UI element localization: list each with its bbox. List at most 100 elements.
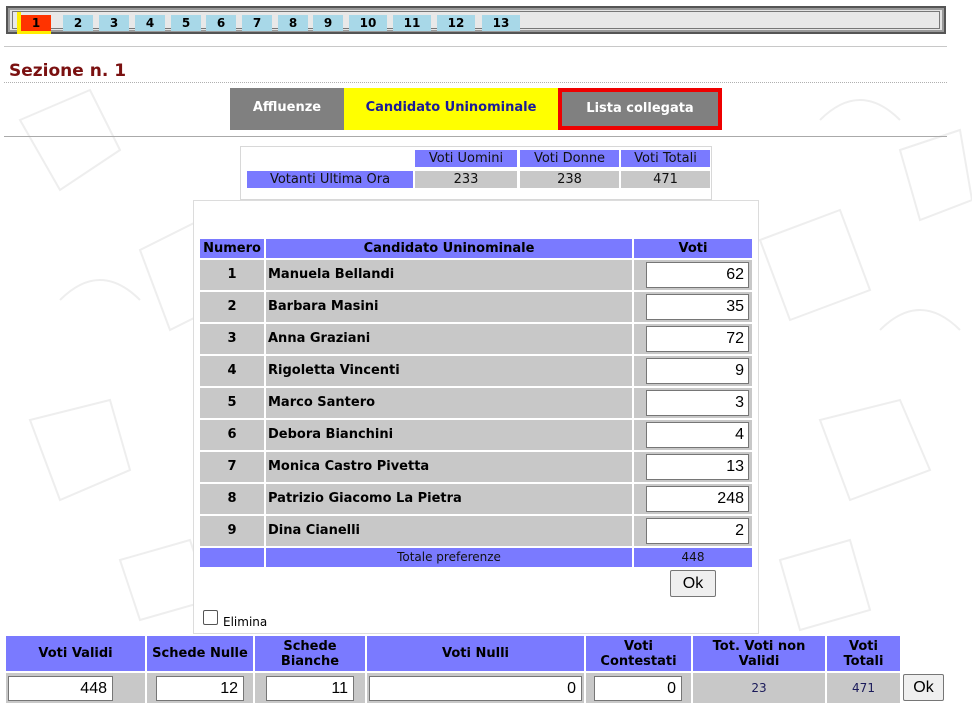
turnout-header-donne: Voti Donne [520, 150, 619, 167]
candidate-votes-cell: 9 [634, 356, 752, 386]
column-header-voti: Voti [634, 239, 752, 258]
candidate-votes-cell: 13 [634, 452, 752, 482]
section-tab-10[interactable]: 10 [349, 15, 387, 31]
turnout-value-uomini: 233 [415, 171, 517, 188]
candidate-votes-cell: 2 [634, 516, 752, 546]
header-tot-voti-non-validi: Tot. Voti non Validi [693, 636, 825, 671]
candidate-votes-input[interactable]: 248 [646, 486, 749, 512]
turnout-row-label: Votanti Ultima Ora [247, 171, 413, 188]
schede-nulle-input[interactable]: 12 [156, 676, 244, 701]
candidate-votes-input[interactable]: 13 [646, 454, 749, 480]
candidate-votes-cell: 4 [634, 420, 752, 450]
candidate-row: 1 Manuela Bellandi 62 [200, 260, 752, 290]
turnout-header-uomini: Voti Uomini [415, 150, 517, 167]
candidate-name: Rigoletta Vincenti [266, 356, 632, 386]
section-tab-4[interactable]: 4 [135, 15, 165, 31]
header-voti-nulli: Voti Nulli [367, 636, 584, 671]
header-schede-bianche: Schede Bianche [255, 636, 365, 671]
schede-bianche-input[interactable]: 11 [266, 676, 354, 701]
section-tab-2[interactable]: 2 [63, 15, 93, 31]
section-tab-1[interactable]: 1 [17, 12, 51, 34]
header-voti-totali: Voti Totali [827, 636, 900, 671]
candidate-row: 7 Monica Castro Pivetta 13 [200, 452, 752, 482]
candidate-votes-input[interactable]: 4 [646, 422, 749, 448]
section-tab-6[interactable]: 6 [206, 15, 236, 31]
voti-totali-value: 471 [827, 673, 900, 703]
header-voti-contestati: Voti Contestati [586, 636, 691, 671]
candidate-number: 5 [200, 388, 264, 418]
cell-schede-bianche: 11 [255, 673, 365, 703]
section-tab-3[interactable]: 3 [99, 15, 129, 31]
lista-collegata-button[interactable]: Lista collegata [558, 88, 722, 130]
divider [4, 46, 947, 47]
cell-schede-nulle: 12 [147, 673, 253, 703]
header-voti-validi: Voti Validi [6, 636, 145, 671]
column-header-numero: Numero [200, 239, 264, 258]
candidates-ok-button[interactable]: Ok [670, 570, 716, 597]
candidate-votes-cell: 248 [634, 484, 752, 514]
candidate-number: 1 [200, 260, 264, 290]
candidate-row: 6 Debora Bianchini 4 [200, 420, 752, 450]
voti-nulli-input[interactable]: 0 [369, 676, 582, 701]
totals-ok-button[interactable]: Ok [903, 674, 944, 701]
tot-voti-non-validi-value: 23 [693, 673, 825, 703]
section-tab-11[interactable]: 11 [393, 15, 431, 31]
cell-voti-nulli: 0 [367, 673, 584, 703]
candidate-row: 4 Rigoletta Vincenti 9 [200, 356, 752, 386]
section-tab-5[interactable]: 5 [171, 15, 201, 31]
candidate-votes-input[interactable]: 62 [646, 262, 749, 288]
elimina-checkbox[interactable] [203, 610, 218, 625]
total-preferences-label: Totale preferenze [266, 548, 632, 567]
candidate-number: 2 [200, 292, 264, 322]
turnout-value-totali: 471 [621, 171, 710, 188]
candidate-number: 8 [200, 484, 264, 514]
candidate-name: Patrizio Giacomo La Pietra [266, 484, 632, 514]
section-tab-bar: 1 2 3 4 5 6 7 8 9 10 11 12 13 [6, 6, 946, 34]
candidate-row: 5 Marco Santero 3 [200, 388, 752, 418]
turnout-table: Voti Uomini Voti Donne Voti Totali Votan… [240, 146, 712, 200]
candidate-number: 9 [200, 516, 264, 546]
candidate-name: Manuela Bellandi [266, 260, 632, 290]
candidate-name: Marco Santero [266, 388, 632, 418]
candidate-number: 6 [200, 420, 264, 450]
page-title: Sezione n. 1 [9, 61, 127, 81]
divider [4, 82, 947, 83]
candidato-uninominale-button[interactable]: Candidato Uninominale [344, 88, 558, 130]
affluenze-button[interactable]: Affluenze [230, 88, 344, 130]
candidate-name: Monica Castro Pivetta [266, 452, 632, 482]
voti-contestati-input[interactable]: 0 [594, 676, 682, 701]
candidate-number: 7 [200, 452, 264, 482]
cell-voti-validi: 448 [6, 673, 145, 703]
voti-validi-input[interactable]: 448 [8, 676, 113, 701]
candidate-votes-input[interactable]: 3 [646, 390, 749, 416]
candidate-row: 9 Dina Cianelli 2 [200, 516, 752, 546]
candidate-row: 2 Barbara Masini 35 [200, 292, 752, 322]
header-schede-nulle: Schede Nulle [147, 636, 253, 671]
candidate-name: Anna Graziani [266, 324, 632, 354]
cell-voti-contestati: 0 [586, 673, 691, 703]
candidate-votes-input[interactable]: 72 [646, 326, 749, 352]
candidate-row: 3 Anna Graziani 72 [200, 324, 752, 354]
candidate-votes-input[interactable]: 35 [646, 294, 749, 320]
candidate-name: Barbara Masini [266, 292, 632, 322]
candidate-votes-input[interactable]: 2 [646, 518, 749, 544]
turnout-header-totali: Voti Totali [621, 150, 710, 167]
candidate-name: Debora Bianchini [266, 420, 632, 450]
column-header-candidato: Candidato Uninominale [266, 239, 632, 258]
candidate-name: Dina Cianelli [266, 516, 632, 546]
elimina-label: Elimina [223, 615, 268, 629]
candidate-votes-input[interactable]: 9 [646, 358, 749, 384]
candidate-number: 3 [200, 324, 264, 354]
turnout-value-donne: 238 [520, 171, 619, 188]
candidate-votes-cell: 35 [634, 292, 752, 322]
candidate-votes-cell: 62 [634, 260, 752, 290]
candidate-number: 4 [200, 356, 264, 386]
total-preferences-value: 448 [634, 548, 752, 567]
section-tab-7[interactable]: 7 [242, 15, 272, 31]
section-tab-12[interactable]: 12 [437, 15, 475, 31]
section-tab-8[interactable]: 8 [278, 15, 308, 31]
section-tab-13[interactable]: 13 [482, 15, 520, 31]
candidate-row: 8 Patrizio Giacomo La Pietra 248 [200, 484, 752, 514]
divider [4, 136, 947, 137]
section-tab-9[interactable]: 9 [313, 15, 343, 31]
